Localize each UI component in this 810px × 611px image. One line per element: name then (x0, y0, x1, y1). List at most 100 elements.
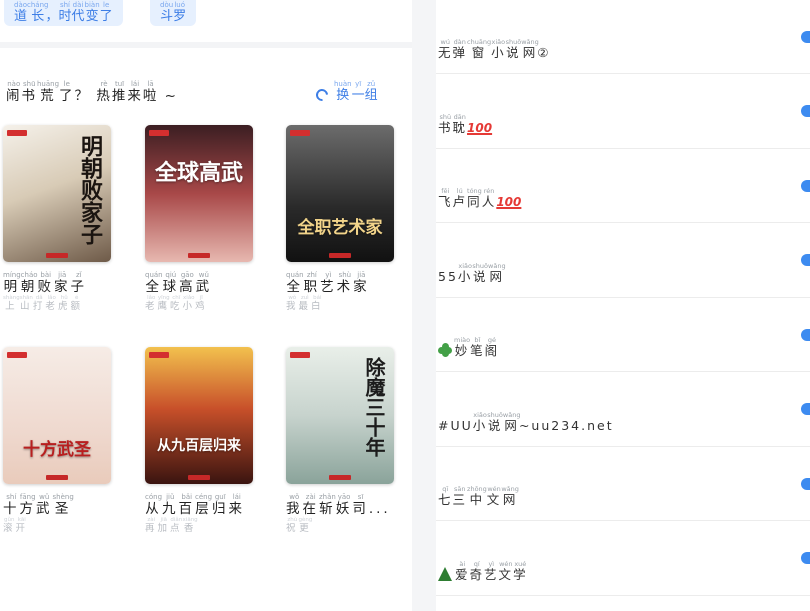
ruby-char: 九jiǔ (162, 493, 179, 517)
ruby-char: 上shàng (3, 295, 20, 312)
book-title: 我wǒ在zài斩zhǎn妖yāo司sī... (286, 493, 391, 517)
publisher-logo (290, 352, 310, 358)
ruby-char: 时shí (58, 1, 72, 24)
ruby-char: 说shuō (505, 38, 522, 60)
source-list-item[interactable]: 无wú弹dàn窗chuāng小xiǎo说shuō网wǎng② (436, 0, 810, 74)
book-author: 滚gǔn开kāi (3, 517, 115, 534)
ruby-char: 笔bǐ (470, 336, 485, 358)
ruby-char: 耽dān (452, 112, 468, 135)
visibility-eye-icon[interactable] (801, 30, 810, 43)
ruby-char: 同tóng (467, 187, 482, 209)
ruby-char: 在zài (302, 493, 319, 517)
ruby-char: 老lǎo (45, 295, 58, 312)
cover-stamp (188, 253, 210, 258)
ruby-char: 飞fēi (438, 187, 453, 209)
ruby-char: 家jiā (54, 271, 71, 295)
tree-icon (438, 566, 452, 581)
ruby-char: 文wén (486, 485, 502, 507)
source-list-item[interactable]: 书shū耽dān100 (436, 75, 810, 149)
ruby-char: 妙miào (454, 336, 471, 358)
ruby-char: 再zài (145, 517, 158, 534)
ruby-char: 网wǎng (501, 485, 519, 507)
ruby-char: 斩zhǎn (319, 493, 336, 517)
refresh-label: 换huàn一yī组zǔ (334, 80, 378, 103)
ruby-char: 罗luó (173, 1, 187, 24)
book-card[interactable]: 全职艺术家 全quán职zhí艺yì术shù家jiā 我wǒ最zuì白bái (286, 125, 398, 312)
visibility-eye-icon[interactable] (801, 403, 810, 415)
book-card[interactable]: 从九百层归来 从cóng九jiǔ百bǎi层céng归guī来lái 再zài加jiā… (145, 347, 257, 534)
source-list-item[interactable]: 妙miào笔bǐ阁gé (436, 298, 810, 372)
source-name: 七qī三sān中zhōng文wén网wǎng (438, 485, 519, 508)
cover-title-art: 全职艺术家 (297, 218, 383, 238)
book-cover[interactable]: 全职艺术家 (286, 125, 394, 262)
ruby-char: 朝cháo (20, 271, 38, 295)
ruby-char: 我wǒ (286, 493, 303, 517)
book-author: 我wǒ最zuì白bái (286, 295, 398, 312)
visibility-eye-icon[interactable] (801, 477, 810, 490)
book-cover[interactable]: 十方武圣 (3, 347, 111, 484)
ruby-char: 十shí (3, 493, 20, 517)
book-card[interactable]: 除魔三十年 我wǒ在zài斩zhǎn妖yāo司sī... 祝zhù更gèng (286, 347, 398, 534)
source-name: 无wú弹dàn窗chuāng小xiǎo说shuō网wǎng② (438, 38, 551, 60)
book-cover[interactable]: 明朝败家子 (3, 125, 111, 262)
cover-stamp (329, 253, 351, 258)
visibility-eye-icon[interactable] (801, 328, 810, 341)
source-name: 55小xiǎo说shuō网wǎng (438, 261, 506, 284)
ruby-char: 老lǎo (145, 295, 158, 312)
ruby-char: 来lái (228, 493, 246, 517)
ruby-char: 虎hǔ (57, 295, 71, 312)
book-cover[interactable]: 除魔三十年 (286, 347, 394, 484)
book-cover[interactable]: 从九百层归来 (145, 347, 253, 484)
ruby-char: 闹nào (6, 80, 22, 104)
ruby-char: 方fāng (19, 493, 36, 517)
ruby-char: 点diǎn (170, 517, 183, 534)
ruby-char: 说shuō (472, 261, 489, 284)
ruby-char: 代dài (71, 1, 85, 24)
source-list-item[interactable]: 飞fēi卢lú同tóng人rén100 (436, 149, 810, 223)
visibility-eye-icon[interactable] (801, 105, 810, 117)
book-author: 再zài加jiā点diǎn香xiāng (145, 517, 257, 534)
visibility-eye-icon[interactable] (801, 254, 810, 266)
ruby-char: 职zhí (303, 271, 321, 295)
source-list-item[interactable]: 七qī三sān中zhōng文wén网wǎng (436, 447, 810, 521)
ruby-char: 啦lā (142, 80, 159, 104)
ruby-char: 小xiǎo (491, 38, 506, 60)
search-history-chip-2[interactable]: 斗dòu罗luó (150, 0, 197, 26)
ruby-char: 子zǐ (70, 271, 88, 295)
ruby-char: 全quán (286, 271, 304, 295)
visibility-eye-icon[interactable] (801, 179, 810, 192)
publisher-logo (7, 352, 27, 358)
ruby-char: 网wǎng (488, 261, 506, 284)
ruby-char: 全quán (145, 271, 163, 295)
source-list-item[interactable]: 爱ài奇qí艺yì文wén学xué (436, 522, 810, 596)
book-card[interactable]: 十方武圣 十shí方fāng武wǔ圣shèng 滚gǔn开kāi (3, 347, 115, 534)
book-source-list: 无wú弹dàn窗chuāng小xiǎo说shuō网wǎng② 书shū耽dān10… (436, 0, 810, 611)
ruby-char: 网wǎng (521, 38, 539, 60)
ruby-char: 祝zhù (286, 517, 299, 534)
ruby-char: 斗dòu (160, 1, 174, 24)
ruby-char: 吃chī (170, 295, 183, 312)
ruby-char: 鹰yīng (157, 295, 171, 312)
book-card[interactable]: 全球高武 全quán球qiú高gāo武wǔ 老lǎo鹰yīng吃chī小xiǎo鸡j… (145, 125, 257, 312)
cover-title-art: 除魔三十年 (362, 357, 386, 457)
ruby-char: 长cháng (27, 1, 49, 24)
visibility-eye-icon[interactable] (801, 552, 810, 564)
source-list-item[interactable]: #UU小xiǎo说shuō网wǎng~uu234.net (436, 373, 810, 447)
search-history-chip-1[interactable]: 道dào长cháng，时shí代dài变biàn了le (4, 0, 123, 26)
ruby-char: 武wǔ (36, 493, 53, 517)
refresh-batch-button[interactable]: 换huàn一yī组zǔ (313, 80, 378, 104)
publisher-logo (149, 130, 169, 136)
ruby-char: 爱ài (455, 559, 470, 582)
cover-title-art: 明朝败家子 (77, 135, 103, 245)
ruby-char: 来lái (127, 80, 143, 104)
publisher-logo (290, 130, 310, 136)
book-cover[interactable]: 全球高武 (145, 125, 253, 262)
ruby-char: 归guī (212, 493, 229, 517)
source-list-item[interactable]: 55小xiǎo说shuō网wǎng (436, 224, 810, 298)
ruby-char: 人rén (481, 187, 497, 209)
book-card[interactable]: 明朝败家子 明míng朝cháo败bài家jiā子zǐ 上shàng山shān打dǎ… (3, 125, 115, 312)
ruby-char: 中zhōng (467, 485, 487, 507)
source-name: #UU小xiǎo说shuō网wǎng~uu234.net (438, 410, 614, 433)
ruby-char: 学xué (513, 559, 528, 582)
ruby-char: 鸡jī (195, 295, 208, 312)
